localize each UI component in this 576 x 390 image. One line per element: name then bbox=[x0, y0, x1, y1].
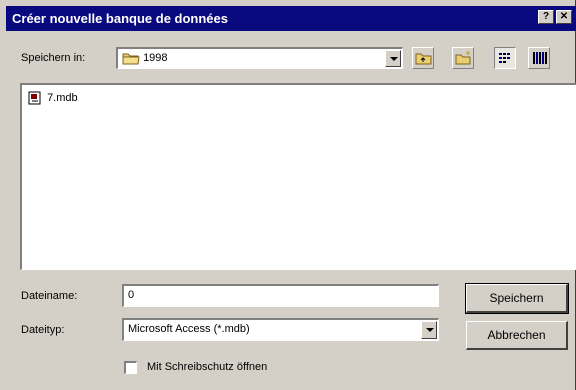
list-view-icon bbox=[499, 53, 510, 63]
location-label: Speichern in: bbox=[21, 52, 86, 64]
save-button-label: Speichern bbox=[489, 291, 544, 305]
window-title: Créer nouvelle banque de données bbox=[12, 11, 228, 26]
location-value: 1998 bbox=[143, 52, 168, 64]
new-folder-icon bbox=[455, 51, 471, 65]
filename-value: 0 bbox=[128, 289, 135, 301]
up-folder-icon bbox=[415, 53, 432, 65]
save-dialog: Créer nouvelle banque de données ? ✕ Spe… bbox=[0, 0, 576, 390]
filetype-dropdown-arrow[interactable] bbox=[421, 321, 437, 339]
location-combo[interactable]: 1998 bbox=[116, 47, 403, 69]
filetype-label: Dateityp: bbox=[21, 324, 65, 336]
readonly-label: Mit Schreibschutz öffnen bbox=[147, 361, 268, 373]
readonly-checkbox[interactable] bbox=[124, 361, 137, 374]
title-bar[interactable]: Créer nouvelle banque de données ? ✕ bbox=[6, 6, 576, 31]
list-view-button[interactable] bbox=[494, 47, 516, 69]
details-view-button[interactable] bbox=[528, 47, 550, 69]
save-button[interactable]: Speichern bbox=[465, 283, 569, 314]
details-view-icon bbox=[533, 52, 547, 64]
filename-input[interactable]: 0 bbox=[122, 284, 439, 307]
cancel-button-label: Abbrechen bbox=[487, 328, 546, 342]
help-button[interactable]: ? bbox=[538, 10, 554, 24]
up-folder-button[interactable] bbox=[412, 47, 434, 69]
cancel-button[interactable]: Abbrechen bbox=[466, 321, 568, 350]
access-file-icon bbox=[28, 91, 41, 105]
close-button[interactable]: ✕ bbox=[556, 10, 572, 24]
close-icon: ✕ bbox=[559, 11, 569, 22]
new-folder-button[interactable] bbox=[452, 47, 474, 69]
location-dropdown-arrow[interactable] bbox=[385, 50, 401, 67]
file-name: 7.mdb bbox=[47, 92, 78, 104]
filename-label: Dateiname: bbox=[21, 290, 78, 302]
help-icon: ? bbox=[542, 11, 550, 22]
file-item[interactable]: 7.mdb bbox=[28, 91, 78, 107]
file-list[interactable]: 7.mdb bbox=[20, 83, 576, 270]
folder-icon bbox=[122, 53, 140, 65]
filetype-select[interactable]: Microsoft Access (*.mdb) bbox=[122, 318, 439, 341]
filetype-value: Microsoft Access (*.mdb) bbox=[128, 323, 250, 335]
